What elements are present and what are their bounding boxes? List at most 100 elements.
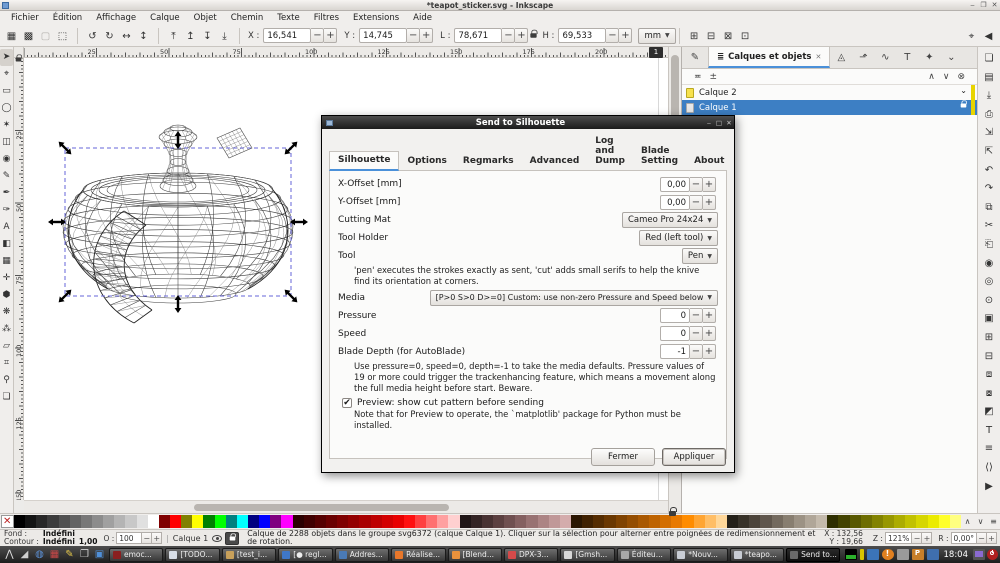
close-icon[interactable]: ✕ (815, 53, 821, 61)
palette-swatch[interactable] (326, 515, 337, 528)
taskbar-window-teapo[interactable]: *teapo... (730, 548, 784, 562)
path-effects-dialog-tab[interactable]: ∿ (874, 47, 896, 68)
palette-swatch[interactable] (627, 515, 638, 528)
spin-increment[interactable]: + (703, 344, 716, 359)
selection-scale-handle[interactable] (175, 295, 182, 313)
palette-swatch[interactable] (827, 515, 838, 528)
window-maximize-button[interactable]: ❐ (978, 1, 989, 9)
spiral-tool[interactable]: ◉ (0, 151, 13, 168)
spin-increment[interactable]: + (703, 177, 716, 192)
palette-swatch[interactable] (538, 515, 549, 528)
menu-fichier[interactable]: Fichier (4, 12, 46, 24)
tool-combo[interactable]: Pen▼ (682, 248, 718, 264)
browser-launcher[interactable]: ◍ (32, 547, 47, 562)
taskbar-window-emoc[interactable]: emoc... (109, 548, 163, 562)
unlink-clone[interactable]: ⊟ (980, 348, 998, 367)
dialog-maximize-button[interactable]: □ (714, 119, 724, 127)
node-tool[interactable]: ⌖ (0, 66, 13, 83)
menu-extensions[interactable]: Extensions (346, 12, 406, 24)
width-increment[interactable]: + (515, 28, 528, 43)
palette-swatch[interactable] (103, 515, 114, 528)
horizontal-scrollbar[interactable] (24, 500, 668, 513)
palette-swatch[interactable] (81, 515, 92, 528)
eraser-tool[interactable]: ▱ (0, 338, 13, 355)
taskbar-window-test-i[interactable]: [test_i... (222, 548, 276, 562)
y-axis-lock-icon[interactable] (16, 58, 22, 62)
taskbar-window-realise[interactable]: Réalise... (391, 548, 445, 562)
x-field[interactable]: 16,541 (263, 28, 311, 43)
pencil-tool[interactable]: ✎ (0, 168, 13, 185)
palette-swatch[interactable] (939, 515, 950, 528)
export[interactable]: ⇱ (980, 143, 998, 162)
layer-row-calque-1[interactable]: Calque 1 (682, 100, 977, 115)
palette-swatch[interactable] (482, 515, 493, 528)
palette-swatch[interactable] (348, 515, 359, 528)
width-decrement[interactable]: − (502, 28, 515, 43)
current-layer-label[interactable]: Calque 1 (173, 534, 208, 543)
palette-swatch[interactable] (772, 515, 783, 528)
stroke-value[interactable]: Indéfini (43, 538, 75, 546)
move-gradients-toggle[interactable]: ⊞ (686, 27, 703, 45)
menu-texte[interactable]: Texte (270, 12, 306, 24)
group[interactable]: ⧈ (980, 366, 998, 385)
save-document[interactable]: ⤓ (980, 87, 998, 106)
spin-increment[interactable]: + (703, 195, 716, 210)
layer-lock-button[interactable] (225, 532, 239, 545)
taskbar-window-send-to[interactable]: Send to... (786, 548, 840, 562)
zoom-page[interactable]: ⊙ (980, 292, 998, 311)
spin-value[interactable]: 0 (660, 326, 690, 341)
palette-swatch[interactable] (671, 515, 682, 528)
palette-swatch[interactable] (315, 515, 326, 528)
remote-desktop-icon[interactable] (927, 549, 939, 560)
dialog-tab-options[interactable]: Options (399, 153, 454, 170)
palette-swatch[interactable] (582, 515, 593, 528)
palette-swatch[interactable] (705, 515, 716, 528)
gradient-tool[interactable]: ◧ (0, 236, 13, 253)
dropper-tool[interactable]: ✛ (0, 270, 13, 287)
move-layer-up[interactable]: ∧ (924, 72, 939, 82)
spin-decrement[interactable]: − (690, 344, 703, 359)
rotation-decrement[interactable]: − (977, 532, 987, 544)
palette-swatch[interactable] (816, 515, 827, 528)
tool-holder-combo[interactable]: Red (left tool)▼ (639, 230, 718, 246)
mesh-tool[interactable]: ▦ (0, 253, 13, 270)
height-decrement[interactable]: − (606, 28, 619, 43)
snapbar-collapse[interactable]: ◀ (980, 27, 997, 45)
ellipse-tool[interactable]: ◯ (0, 100, 13, 117)
x-increment[interactable]: + (324, 28, 337, 43)
zoom-field[interactable]: 121% (885, 532, 912, 544)
dialog-minimize-button[interactable]: ‒ (704, 119, 714, 127)
export-dialog-tab[interactable]: ⬏ (852, 47, 874, 68)
select-all[interactable]: ▦ (3, 27, 20, 45)
opacity-field[interactable]: 100 (116, 532, 142, 544)
create-clone[interactable]: ⊞ (980, 329, 998, 348)
y-field[interactable]: 14,745 (359, 28, 407, 43)
palette-swatch[interactable] (838, 515, 849, 528)
x-decrement[interactable]: − (311, 28, 324, 43)
taskbar-window-editeu[interactable]: Éditeu... (617, 548, 671, 562)
palette-swatch[interactable] (14, 515, 25, 528)
palette-swatch[interactable] (694, 515, 705, 528)
window-close-button[interactable]: ✕ (989, 1, 1000, 9)
paint-bucket-tool[interactable]: ⬢ (0, 287, 13, 304)
zoom-drawing[interactable]: ◎ (980, 273, 998, 292)
menu-objet[interactable]: Objet (187, 12, 224, 24)
taskbar-window-blend[interactable]: [Blend... (448, 548, 502, 562)
palette-swatch[interactable] (682, 515, 693, 528)
redo[interactable]: ↷ (980, 180, 998, 199)
warning-icon[interactable]: ! (882, 549, 894, 560)
layer-expander-icon[interactable]: ⌄ (960, 86, 967, 95)
star-tool[interactable]: ✶ (0, 117, 13, 134)
copy[interactable]: ⧉ (980, 199, 998, 218)
palette-swatch[interactable] (148, 515, 159, 528)
add-layer[interactable]: ± (706, 72, 722, 82)
palette-swatch[interactable] (526, 515, 537, 528)
fill-stroke-dialog-tab[interactable]: ✎ (682, 47, 708, 68)
dialog-titlebar[interactable]: Send to Silhouette ‒ □ ✕ (322, 116, 734, 129)
rectangle-tool[interactable]: ▭ (0, 83, 13, 100)
spin-decrement[interactable]: − (690, 177, 703, 192)
swatches-dialog-tab[interactable]: ✦ (918, 47, 940, 68)
preview-checkbox[interactable]: ✔ (342, 398, 352, 408)
power-icon[interactable] (987, 549, 998, 560)
palette-swatch[interactable] (883, 515, 894, 528)
